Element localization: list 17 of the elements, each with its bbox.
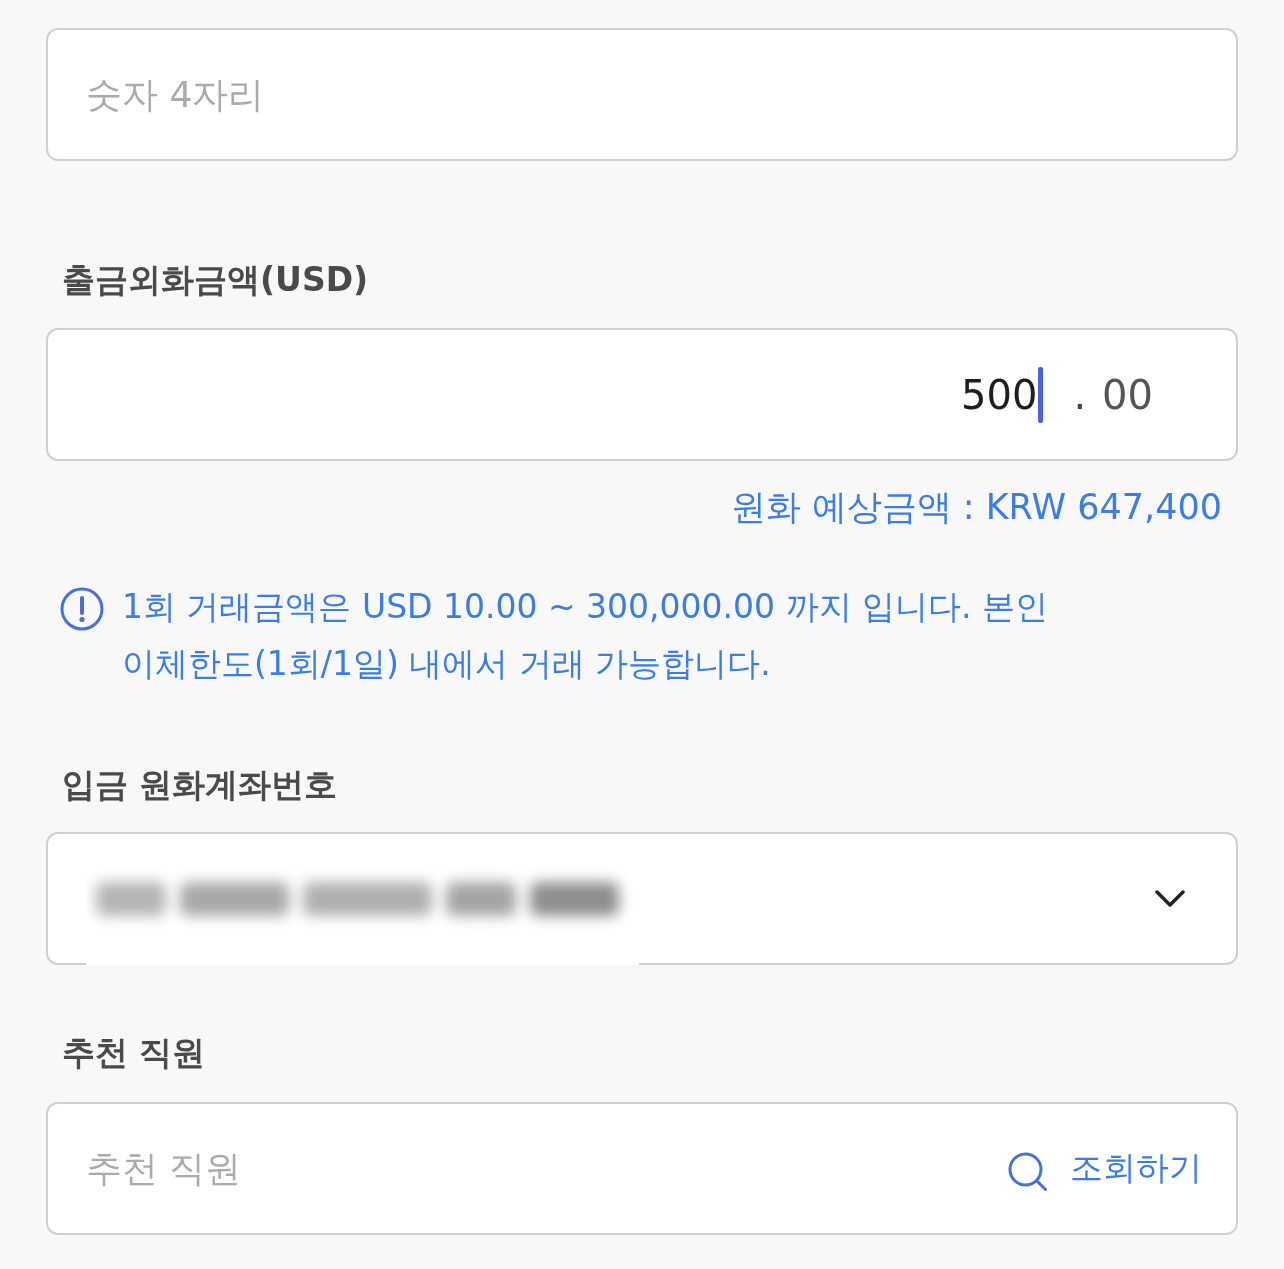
recommender-label: 추천 직원 <box>62 1033 206 1073</box>
account-select[interactable] <box>46 832 1238 965</box>
decimal-point: . <box>1073 371 1087 418</box>
text-cursor <box>1038 366 1044 423</box>
pin-input-field[interactable]: 숫자 4자리 <box>46 28 1238 161</box>
recommender-search-field[interactable]: 추천 직원 조회하기 <box>46 1102 1238 1235</box>
krw-estimate-text: 원화 예상금액 : KRW 647,400 <box>730 486 1222 529</box>
search-icon <box>1008 1151 1048 1192</box>
amount-decimal-value: 00 <box>1102 371 1153 418</box>
chevron-down-icon <box>1155 889 1185 908</box>
exclamation-circle-icon <box>60 587 104 631</box>
amount-label: 출금외화금액(USD) <box>62 260 369 300</box>
amount-input-field[interactable]: 500 . 00 <box>46 328 1238 461</box>
deposit-account-label: 입금 원화계좌번호 <box>62 765 338 805</box>
amount-integer-value: 500 <box>961 371 1038 418</box>
search-button[interactable]: 조회하기 <box>1008 1145 1202 1192</box>
notice-text: 1회 거래금액은 USD 10.00 ~ 300,000.00 까지 입니다. 본인 이체한도(1회/1일) 내에서 거래 가능합니다. <box>122 586 1049 685</box>
